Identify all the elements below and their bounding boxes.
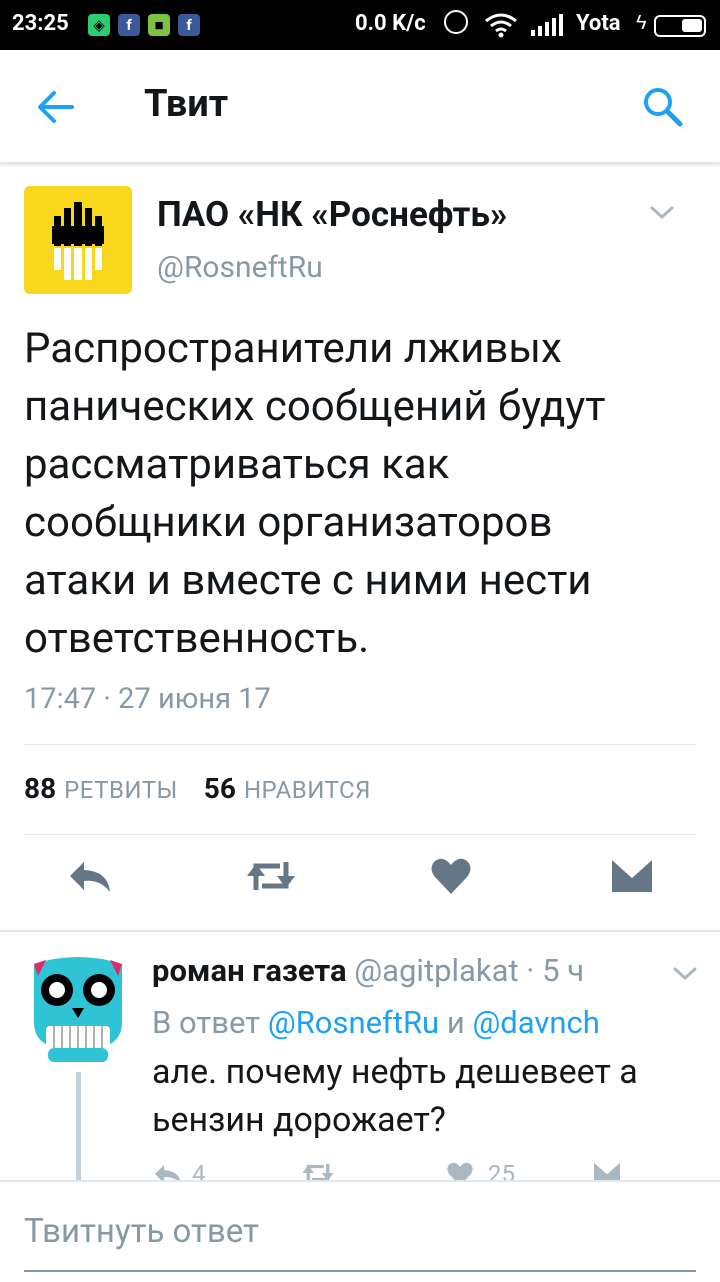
wifi-icon [485,13,517,38]
likes-label[interactable]: НРАВИТСЯ [244,776,371,804]
header-separator: · [518,952,543,989]
heart-icon[interactable] [430,856,472,896]
status-bar: 23:25 ◈ f ■ f 0.0 K/c Yota ϟ [0,0,720,50]
reply-action-message[interactable] [592,1160,622,1180]
reply-action-reply[interactable]: 4 [152,1160,206,1180]
reply-count: 4 [192,1160,206,1180]
reply-author-handle[interactable]: @agitplakat [354,952,518,989]
network-speed: 0.0 K/c [355,11,426,36]
shield-icon: ◈ [88,14,110,36]
signal-icon [531,14,563,36]
input-underline [24,1270,696,1272]
retweet-icon[interactable] [300,1160,336,1180]
divider [24,834,696,835]
back-arrow-icon[interactable] [34,85,78,129]
search-icon[interactable] [640,84,684,128]
heart-icon[interactable] [446,1161,474,1180]
in-reply-prefix: В ответ [152,1004,268,1041]
notification-icons: ◈ f ■ f [88,14,200,36]
tweet-stats: 88 РЕТВИТЫ 56 НРАВИТСЯ [24,772,397,805]
app-bar: Твит [0,50,720,164]
in-reply-conj: и [439,1004,473,1041]
status-time: 23:25 [12,11,69,36]
mention-link[interactable]: @RosneftRu [268,1004,439,1041]
retweets-label[interactable]: РЕТВИТЫ [64,776,178,804]
reply-text: але. почему нефть дешевеет а ьензин доро… [152,1052,638,1140]
reply-icon[interactable] [66,856,114,896]
android-icon: ■ [148,14,170,36]
reply-composer[interactable]: Твитнуть ответ [0,1180,720,1282]
reply-action-like[interactable]: 25 [446,1160,515,1180]
charging-icon: ϟ [636,10,647,34]
reply-author-name[interactable]: роман газета [152,952,347,989]
alarm-icon [444,10,468,34]
reply-input-placeholder[interactable]: Твитнуть ответ [24,1212,259,1251]
rosneft-logo-icon [52,202,104,280]
like-count: 25 [488,1160,515,1180]
chevron-down-icon[interactable] [672,966,698,982]
battery-icon [654,15,706,37]
reply-icon[interactable] [152,1161,184,1180]
likes-count[interactable]: 56 [204,772,236,805]
chevron-down-icon[interactable] [648,204,676,222]
divider [24,744,696,745]
author-handle[interactable]: @RosneftRu [157,250,323,285]
thread-line [76,1072,81,1180]
tweet-timestamp: 17:47 · 27 июня 17 [24,682,271,716]
reply-time: 5 ч [542,952,585,989]
carrier-name: Yota [576,11,621,36]
retweets-count[interactable]: 88 [24,772,56,805]
in-reply-to: В ответ @RosneftRu и @davnch [152,1004,600,1041]
rosneft-logo-avatar[interactable] [24,186,132,294]
skull-avatar[interactable] [24,956,132,1064]
facebook-icon: f [118,14,140,36]
reply-tweet[interactable]: роман газета @agitplakat · 5 ч В ответ @… [0,932,720,1180]
direct-message-icon[interactable] [610,856,654,896]
facebook-icon: f [178,14,200,36]
reply-action-retweet[interactable] [300,1160,336,1180]
retweet-icon[interactable] [244,856,298,896]
author-name[interactable]: ПАО «НК «Роснефть» [157,194,507,235]
page-title: Твит [144,82,229,126]
reply-header: роман газета @agitplakat · 5 ч [152,952,584,989]
direct-message-icon[interactable] [592,1160,622,1180]
mention-link[interactable]: @davnch [472,1004,599,1041]
tweet-text: Распространители лживых панических сообщ… [24,324,606,663]
